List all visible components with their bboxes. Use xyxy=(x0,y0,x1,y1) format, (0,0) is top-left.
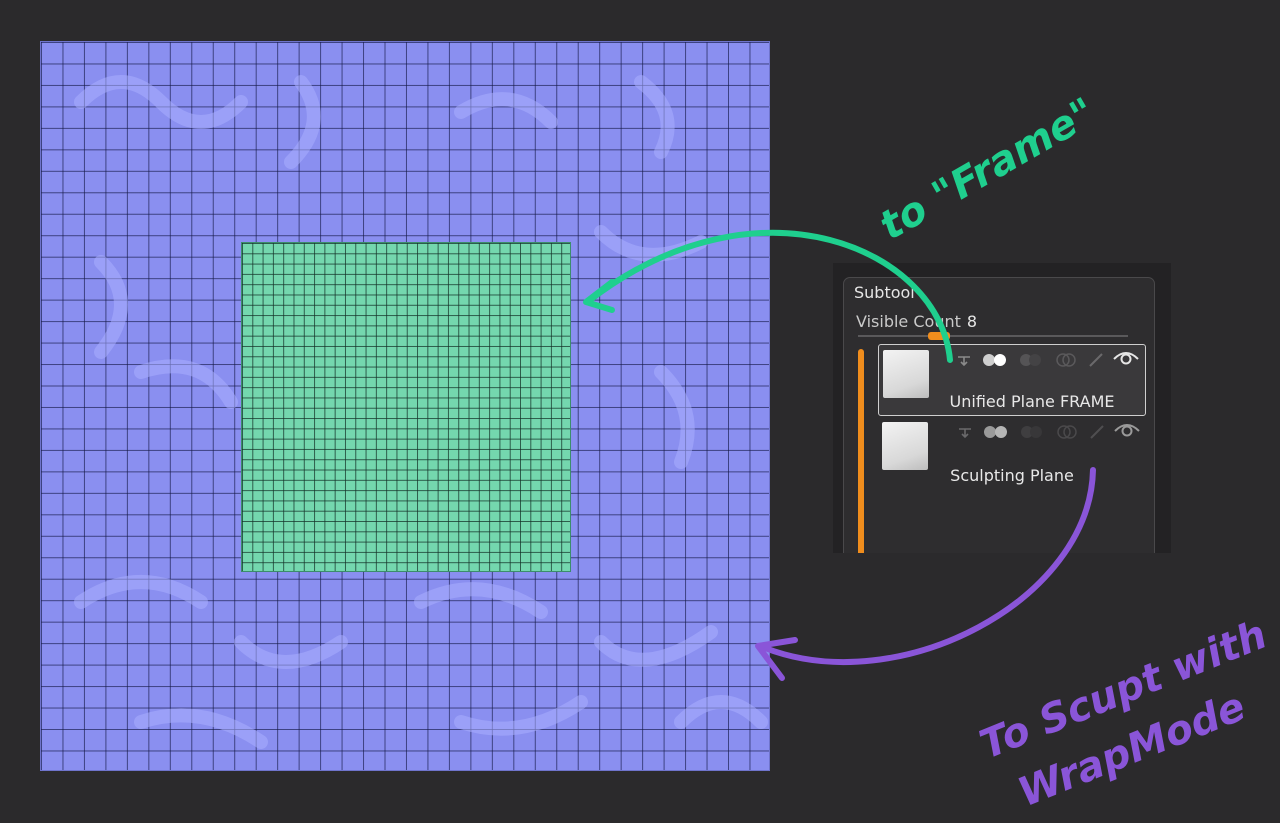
subtool-name: Sculpting Plane xyxy=(950,466,1074,485)
panel-title[interactable]: Subtool xyxy=(854,283,915,302)
visibility-circles-icon[interactable] xyxy=(982,424,1010,438)
subtool-row-sculpting-plane[interactable]: Sculpting Plane xyxy=(878,417,1146,489)
brush-icon[interactable] xyxy=(1089,424,1105,439)
visible-count-label: Visible Count xyxy=(856,312,961,331)
polyframe-icon[interactable] xyxy=(1019,424,1045,438)
visibility-circles-icon[interactable] xyxy=(981,352,1009,366)
wrap-note-line1: To Scupt with xyxy=(974,612,1274,769)
visible-count: Visible Count 8 xyxy=(856,312,977,331)
frame-note: to "Frame" xyxy=(872,89,1103,249)
brush-icon[interactable] xyxy=(1088,352,1104,367)
wrap-note-line2: WrapMode xyxy=(1012,684,1252,817)
eye-icon[interactable] xyxy=(1113,351,1139,367)
inner-frame-plane[interactable] xyxy=(241,242,571,572)
visible-count-slider-knob[interactable] xyxy=(928,332,950,340)
subtool-list-scrollbar[interactable] xyxy=(858,349,864,553)
subtool-name: Unified Plane FRAME xyxy=(949,392,1115,411)
subtool-row-unified-plane-frame[interactable]: Unified Plane FRAME xyxy=(878,344,1146,416)
subtool-thumbnail xyxy=(882,422,928,470)
subtool-thumbnail xyxy=(883,350,929,398)
solo-icon[interactable] xyxy=(1054,424,1080,439)
move-down-icon[interactable] xyxy=(956,352,972,367)
solo-icon[interactable] xyxy=(1053,352,1079,367)
subtool-panel: Subtool Visible Count 8 Unified Plane FR… xyxy=(833,263,1171,553)
polyframe-icon[interactable] xyxy=(1018,352,1044,366)
move-down-icon[interactable] xyxy=(957,424,973,439)
visible-count-value: 8 xyxy=(966,312,978,331)
visible-count-slider-track[interactable] xyxy=(858,335,1128,337)
eye-icon[interactable] xyxy=(1114,423,1140,439)
viewport-outer-plane[interactable] xyxy=(40,41,770,771)
